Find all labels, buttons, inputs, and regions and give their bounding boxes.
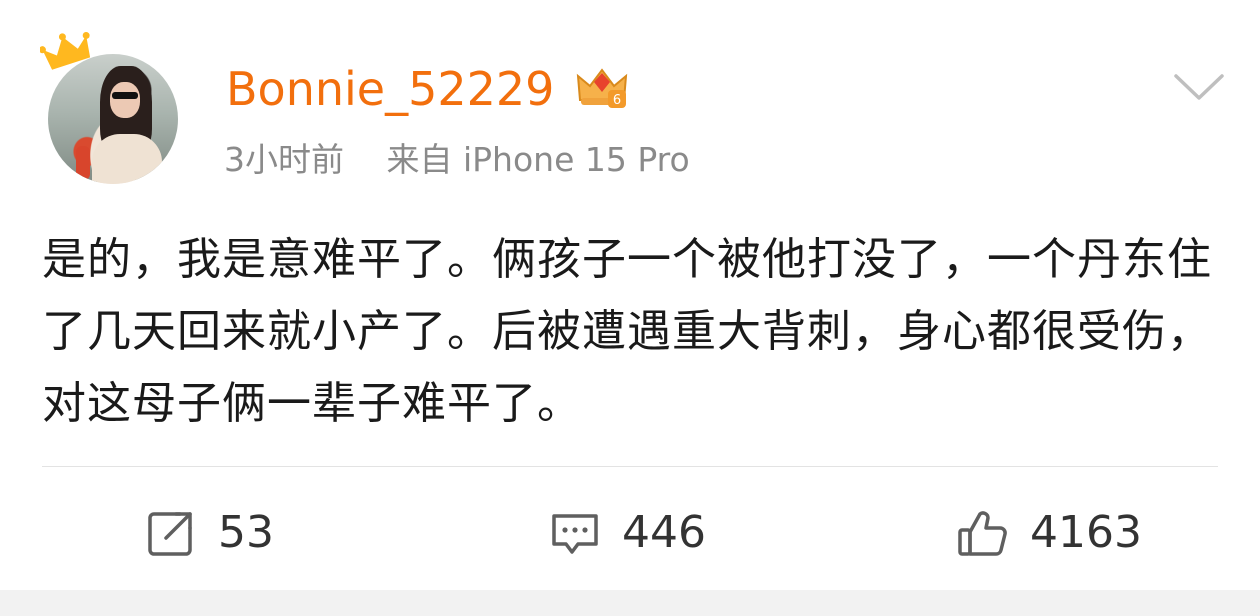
vip-level-label: 6	[613, 93, 621, 108]
comment-button[interactable]: 446	[548, 500, 706, 566]
username-link[interactable]: Bonnie_52229	[226, 60, 554, 118]
post-source: 来自 iPhone 15 Pro	[386, 140, 690, 179]
weibo-post-card: Bonnie_52229 6 3小时前 来自 iPhone 15 Pro 是的，…	[0, 0, 1260, 590]
like-button[interactable]: 4163	[956, 500, 1142, 566]
repost-count: 53	[218, 507, 274, 558]
comment-count: 446	[622, 507, 706, 558]
avatar-container[interactable]	[40, 30, 185, 190]
crown-icon	[40, 31, 91, 70]
like-count: 4163	[1030, 507, 1142, 558]
comment-icon	[552, 514, 598, 554]
divider	[42, 466, 1218, 467]
post-text: 是的，我是意难平了。俩孩子一个被他打没了，一个丹东住了几天回来就小产了。后被遭遇…	[42, 234, 1212, 429]
post-time: 3小时前	[224, 140, 344, 179]
repost-icon	[148, 512, 192, 556]
post-meta: 3小时前 来自 iPhone 15 Pro	[224, 138, 690, 182]
chevron-down-icon[interactable]	[1172, 70, 1226, 104]
vip-crown-icon[interactable]: 6	[574, 60, 630, 112]
feed-separator	[0, 590, 1260, 616]
thumbs-up-icon	[958, 511, 1007, 556]
repost-button[interactable]: 53	[144, 500, 274, 566]
